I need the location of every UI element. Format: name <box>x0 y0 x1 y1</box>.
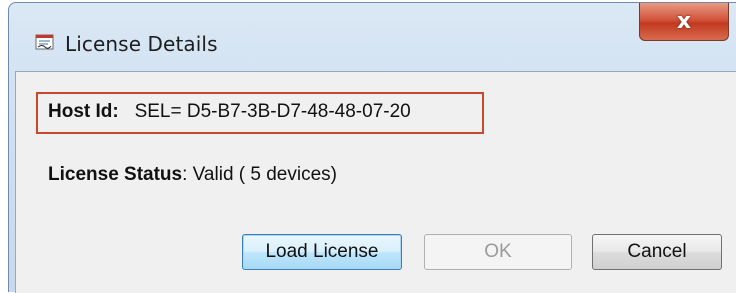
license-status-row: License Status: Valid ( 5 devices) <box>48 164 337 186</box>
window-title: License Details <box>65 32 218 56</box>
load-license-button-label: Load License <box>265 241 379 262</box>
close-icon: x <box>676 9 692 34</box>
license-status-label: License Status <box>48 164 183 185</box>
host-id-value: SEL= D5-B7-3B-D7-48-48-07-20 <box>134 101 411 122</box>
license-details-dialog: License Details x Host Id: SEL= D5-B7-3B… <box>8 2 736 293</box>
ok-button-label: OK <box>484 241 512 262</box>
load-license-button[interactable]: Load License <box>242 234 402 270</box>
license-document-icon <box>35 34 54 50</box>
close-button[interactable]: x <box>639 3 729 41</box>
cancel-button-label: Cancel <box>627 241 687 262</box>
cancel-button[interactable]: Cancel <box>592 234 722 270</box>
title-bar[interactable]: License Details x <box>9 3 736 71</box>
host-id-label: Host Id: <box>48 101 119 122</box>
dialog-body: Host Id: SEL= D5-B7-3B-D7-48-48-07-20 Li… <box>15 71 736 293</box>
ok-button[interactable]: OK <box>424 234 572 270</box>
license-status-value: : Valid ( 5 devices) <box>182 164 337 185</box>
host-id-row: Host Id: SEL= D5-B7-3B-D7-48-48-07-20 <box>48 101 411 123</box>
